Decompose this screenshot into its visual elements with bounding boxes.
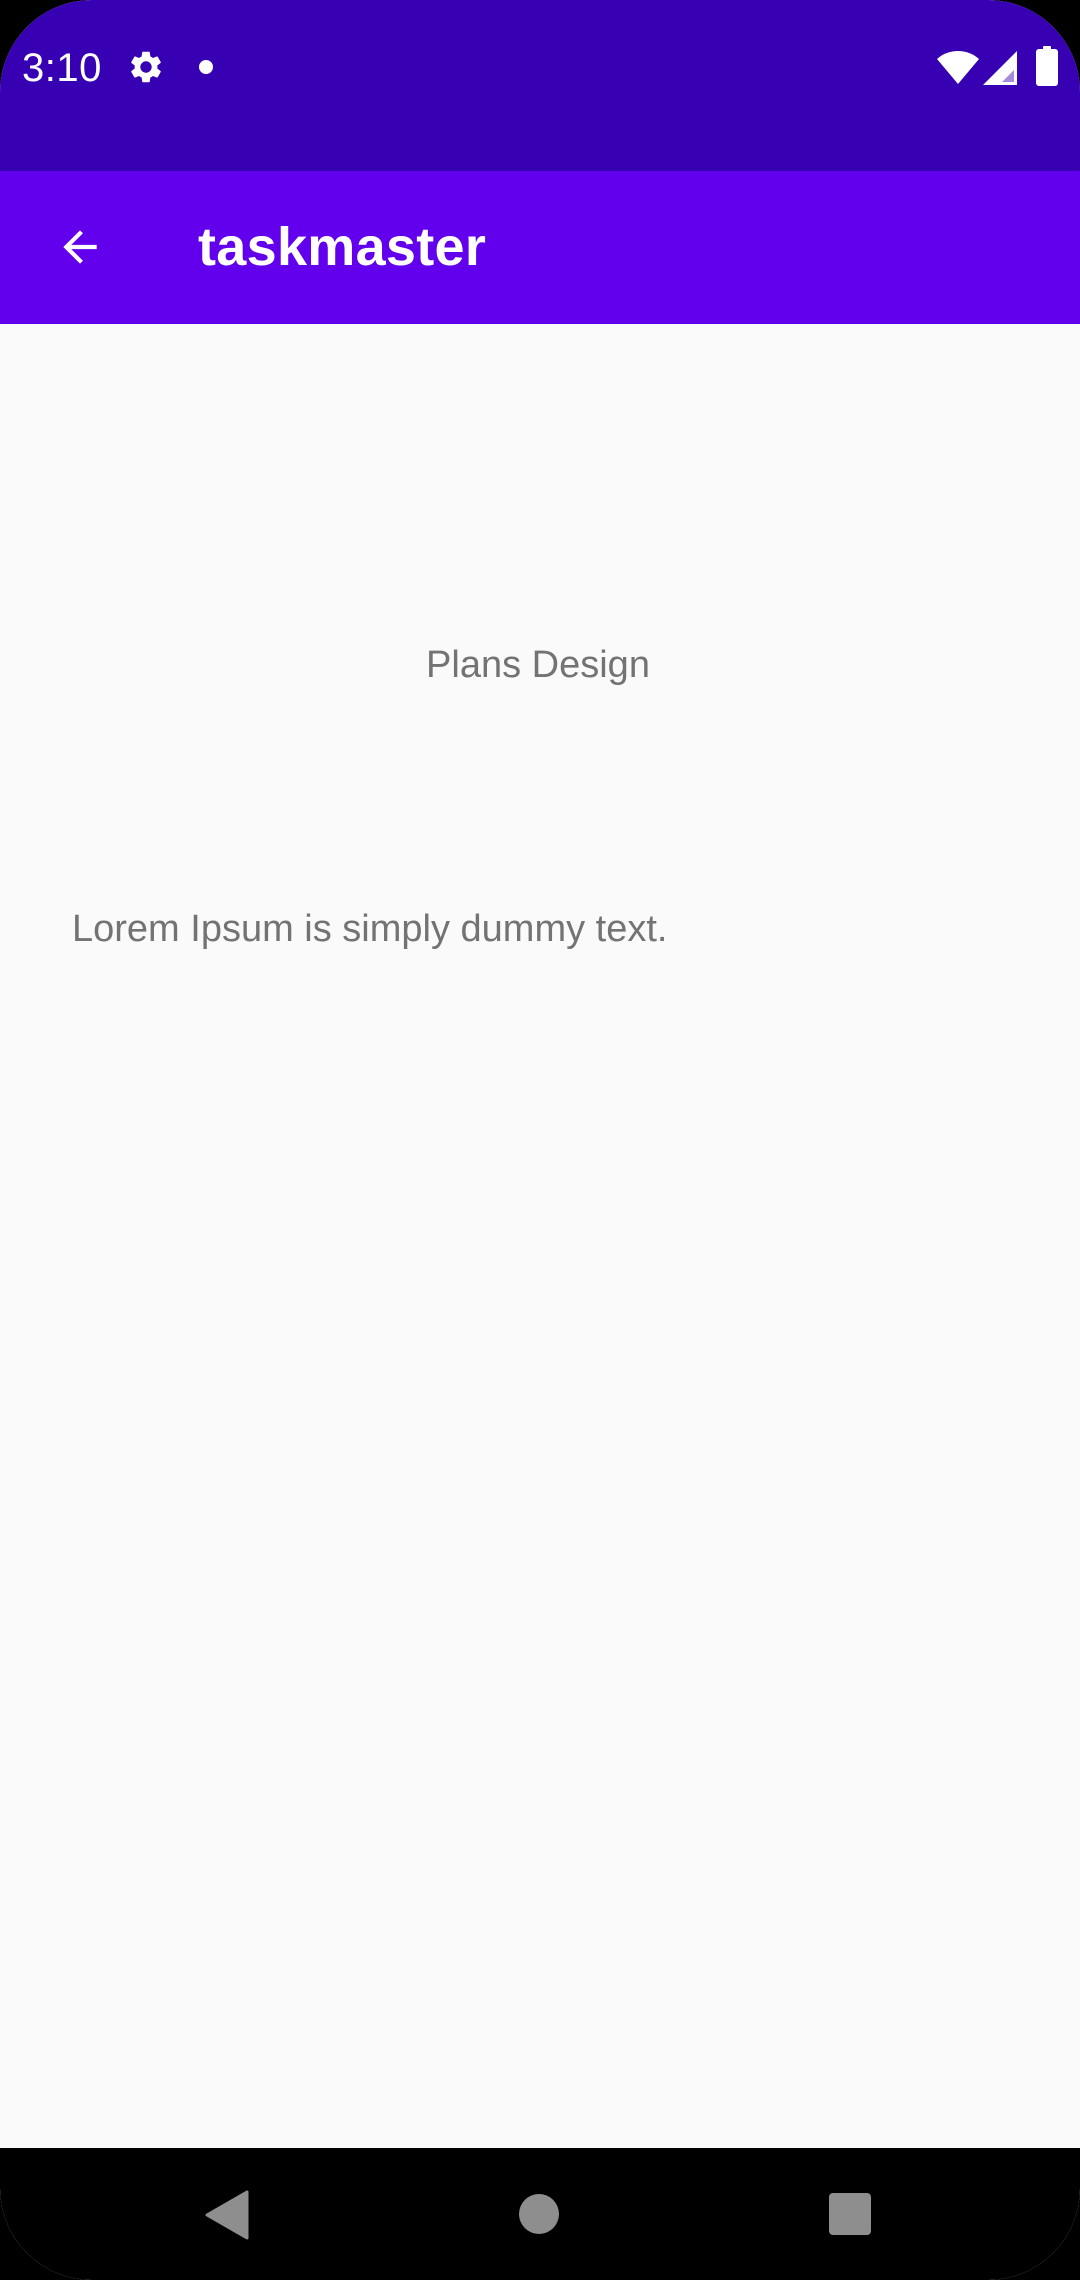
back-button[interactable] bbox=[36, 203, 124, 291]
cell-signal-icon bbox=[983, 51, 1017, 85]
battery-icon bbox=[1036, 46, 1058, 86]
nav-back-icon[interactable] bbox=[203, 2190, 249, 2240]
status-time: 3:10 bbox=[22, 46, 102, 90]
plans-heading: Plans Design bbox=[426, 644, 650, 686]
system-nav-bar bbox=[0, 2148, 1080, 2280]
body-text: Lorem Ipsum is simply dummy text. bbox=[72, 908, 668, 950]
nav-recents-icon[interactable] bbox=[829, 2193, 871, 2235]
settings-gear-icon bbox=[131, 51, 161, 83]
app-bar: taskmaster bbox=[0, 171, 1080, 324]
wifi-icon bbox=[937, 51, 979, 84]
arrow-back-icon bbox=[63, 230, 97, 264]
phone-screen: 3:10 taskmaster Plans Design Lorem Ipsum… bbox=[0, 0, 1080, 2280]
nav-home-icon[interactable] bbox=[519, 2194, 559, 2234]
status-bar: 3:10 bbox=[0, 0, 1080, 171]
page-title: taskmaster bbox=[198, 217, 487, 277]
main-content: Plans Design Lorem Ipsum is simply dummy… bbox=[0, 324, 1080, 2148]
notification-dot-icon bbox=[199, 60, 213, 74]
